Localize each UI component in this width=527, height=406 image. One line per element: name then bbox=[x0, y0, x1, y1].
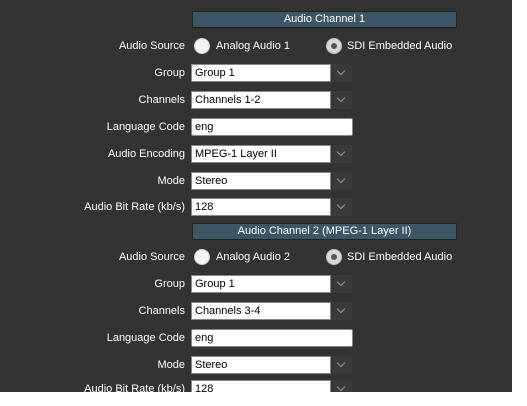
channel-2-mode-row: Mode Stereo bbox=[0, 354, 512, 376]
channel-1-language-row: Language Code eng bbox=[0, 116, 512, 138]
audio-bit-rate-label: Audio Bit Rate (kb/s) bbox=[84, 201, 185, 213]
radio-sdi-embedded-audio-ch2[interactable] bbox=[326, 249, 342, 265]
channels-label: Channels bbox=[138, 94, 185, 106]
language-code-label: Language Code bbox=[106, 121, 185, 133]
audio-source-label: Audio Source bbox=[118, 251, 185, 263]
channel-1-language-code-input[interactable]: eng bbox=[191, 118, 353, 136]
chevron-down-icon[interactable] bbox=[332, 356, 352, 374]
channel-1-channels-select[interactable]: Channels 1-2 bbox=[191, 91, 331, 109]
channels-label: Channels bbox=[138, 305, 185, 317]
channel-2-mode-select[interactable]: Stereo bbox=[191, 356, 331, 374]
chevron-down-icon[interactable] bbox=[332, 64, 352, 82]
chevron-down-icon[interactable] bbox=[332, 198, 352, 216]
channel-2-audio-source-row: Audio Source Analog Audio 2 SDI Embedded… bbox=[0, 246, 512, 268]
radio-analog-audio-2-label[interactable]: Analog Audio 2 bbox=[216, 246, 290, 268]
chevron-down-icon[interactable] bbox=[332, 91, 352, 109]
chevron-down-icon[interactable] bbox=[332, 172, 352, 190]
mode-label: Mode bbox=[157, 175, 185, 187]
mode-label: Mode bbox=[157, 359, 185, 371]
group-label: Group bbox=[154, 278, 185, 290]
channel-1-audio-encoding-select[interactable]: MPEG-1 Layer II bbox=[191, 145, 331, 163]
channel-2-bitrate-row: Audio Bit Rate (kb/s) 128 bbox=[0, 378, 512, 392]
channel-2-group-row: Group Group 1 bbox=[0, 273, 512, 295]
channel-2-language-code-input[interactable]: eng bbox=[191, 329, 353, 347]
language-code-label: Language Code bbox=[106, 332, 185, 344]
radio-sdi-embedded-audio-ch1[interactable] bbox=[326, 38, 342, 54]
channel-1-encoding-row: Audio Encoding MPEG-1 Layer II bbox=[0, 143, 512, 165]
channel-2-channels-row: Channels Channels 3-4 bbox=[0, 300, 512, 322]
radio-analog-audio-1[interactable] bbox=[194, 38, 210, 54]
channel-1-mode-row: Mode Stereo bbox=[0, 170, 512, 192]
chevron-down-icon[interactable] bbox=[332, 275, 352, 293]
channel-1-header: Audio Channel 1 bbox=[192, 11, 457, 28]
chevron-down-icon[interactable] bbox=[332, 145, 352, 163]
radio-sdi-embedded-audio-ch2-label[interactable]: SDI Embedded Audio bbox=[347, 246, 452, 268]
audio-settings-panel: Audio Channel 1 Audio Source Analog Audi… bbox=[0, 0, 512, 392]
channel-1-bitrate-row: Audio Bit Rate (kb/s) 128 bbox=[0, 196, 512, 218]
channel-2-channels-select[interactable]: Channels 3-4 bbox=[191, 302, 331, 320]
channel-1-bit-rate-select[interactable]: 128 bbox=[191, 198, 331, 216]
radio-sdi-embedded-audio-ch1-label[interactable]: SDI Embedded Audio bbox=[347, 35, 452, 57]
audio-bit-rate-label: Audio Bit Rate (kb/s) bbox=[84, 383, 185, 392]
channel-2-group-select[interactable]: Group 1 bbox=[191, 275, 331, 293]
channel-1-audio-source-row: Audio Source Analog Audio 1 SDI Embedded… bbox=[0, 35, 512, 57]
group-label: Group bbox=[154, 67, 185, 79]
chevron-down-icon[interactable] bbox=[332, 302, 352, 320]
channel-1-group-row: Group Group 1 bbox=[0, 62, 512, 84]
channel-2-language-row: Language Code eng bbox=[0, 327, 512, 349]
audio-source-label: Audio Source bbox=[118, 40, 185, 52]
audio-encoding-label: Audio Encoding bbox=[107, 148, 185, 160]
channel-1-channels-row: Channels Channels 1-2 bbox=[0, 89, 512, 111]
radio-analog-audio-1-label[interactable]: Analog Audio 1 bbox=[216, 35, 290, 57]
chevron-down-icon[interactable] bbox=[332, 380, 352, 392]
channel-2-bit-rate-select[interactable]: 128 bbox=[191, 380, 331, 392]
radio-analog-audio-2[interactable] bbox=[194, 249, 210, 265]
channel-1-group-select[interactable]: Group 1 bbox=[191, 64, 331, 82]
channel-2-header: Audio Channel 2 (MPEG-1 Layer II) bbox=[192, 223, 457, 240]
channel-1-mode-select[interactable]: Stereo bbox=[191, 172, 331, 190]
